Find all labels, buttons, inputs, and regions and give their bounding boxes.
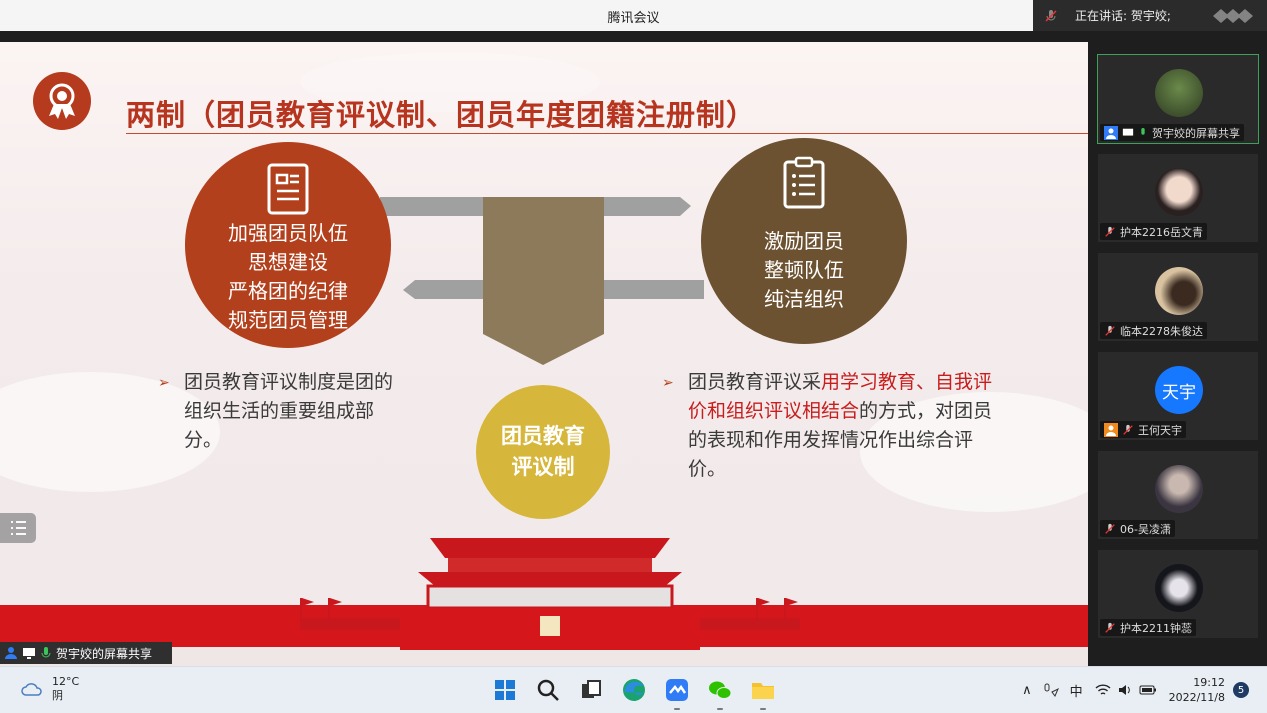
right-circle-line: 激励团员	[764, 231, 844, 253]
bullet-right: ➢ 团员教育评议采用学习教育、自我评价和组织评议相结合的方式，对团员的表现和作用…	[662, 368, 1007, 484]
left-circle-line: 严格团的纪律	[228, 281, 348, 303]
ime-indicator[interactable]: 中	[1070, 681, 1083, 700]
participant-name: 临本2278朱俊达	[1120, 324, 1203, 338]
temperature: 12°C	[52, 675, 80, 688]
bullet-arrow-icon: ➢	[158, 374, 170, 390]
left-circle: 加强团员队伍 思想建设 严格团的纪律 规范团员管理	[185, 142, 391, 348]
windows-start-icon[interactable]	[490, 675, 520, 705]
mic-muted-icon	[1105, 325, 1115, 336]
mic-icon	[41, 647, 51, 658]
clock-time: 19:12	[1193, 676, 1225, 689]
bullet-right-text: 团员教育评议采	[688, 372, 822, 393]
document-icon	[267, 163, 309, 215]
edge-icon[interactable]	[619, 675, 649, 705]
clock[interactable]: 19:12 2022/11/8	[1169, 675, 1225, 705]
volume-icon[interactable]	[1117, 683, 1133, 697]
participant-name: 06-吴凌潇	[1120, 522, 1171, 536]
avatar: 天宇	[1155, 366, 1203, 414]
avatar	[1155, 168, 1203, 216]
user-icon	[1104, 125, 1118, 140]
shared-slide: 两制（团员教育评议制、团员年度团籍注册制） 加强团员队伍 思想建设 严格团的纪律…	[0, 42, 1088, 666]
participant-name: 王何天宇	[1138, 423, 1182, 437]
participant-name: 护本2216岳文青	[1120, 225, 1203, 239]
participant-label: 护本2216岳文青	[1100, 223, 1207, 240]
tiananmen-gate-illustration	[300, 538, 800, 650]
checklist-icon	[783, 156, 825, 209]
avatar	[1155, 564, 1203, 612]
list-icon	[11, 521, 26, 535]
list-toggle-button[interactable]	[0, 513, 36, 543]
weather-widget[interactable]: 12°C 阴	[20, 675, 79, 703]
weather-condition: 阴	[52, 689, 63, 702]
bullet-arrow-icon: ➢	[662, 374, 674, 390]
clock-date: 2022/11/8	[1168, 691, 1225, 704]
participant-label: 王何天宇	[1100, 421, 1186, 438]
participant-tile[interactable]: 贺宇姣的屏幕共享	[1097, 54, 1259, 144]
notification-badge[interactable]: 5	[1233, 682, 1249, 698]
avatar	[1155, 465, 1203, 513]
participant-sidebar: 贺宇姣的屏幕共享 护本2216岳文青 临本2278朱俊达 天宇 王何天宇 06-…	[1088, 31, 1267, 666]
participant-label: 临本2278朱俊达	[1100, 322, 1207, 339]
tencent-meeting-logo-icon	[1213, 9, 1253, 23]
mic-muted-icon	[1105, 226, 1115, 237]
participant-name: 贺宇姣的屏幕共享	[1152, 126, 1240, 140]
mic-icon	[1141, 127, 1145, 135]
participant-name: 护本2211钟蕊	[1120, 621, 1192, 635]
right-circle-line: 整顿队伍	[764, 260, 844, 282]
mic-muted-icon	[1105, 622, 1115, 633]
participant-tile[interactable]: 临本2278朱俊达	[1098, 253, 1258, 341]
participant-label: 06-吴凌潇	[1100, 520, 1175, 537]
center-circle-line: 团员教育	[501, 425, 585, 448]
taskview-icon[interactable]	[576, 675, 606, 705]
avatar	[1155, 69, 1203, 117]
bullet-left-text: 团员教育评议制度是团的组织生活的重要组成部分。	[184, 372, 394, 451]
windows-taskbar: 12°C 阴 ∧ 中 19:12 2022/11/8 5	[0, 666, 1267, 713]
mic-location-icon[interactable]	[1042, 682, 1060, 698]
center-circle: 团员教育 评议制	[476, 385, 610, 519]
center-circle-line: 评议制	[511, 456, 575, 479]
speaking-text: 正在讲话: 贺宇姣;	[1075, 9, 1171, 23]
left-circle-line: 加强团员队伍	[228, 223, 348, 245]
mic-muted-icon	[1105, 523, 1115, 534]
participant-tile[interactable]: 护本2216岳文青	[1098, 154, 1258, 242]
search-icon[interactable]	[533, 675, 563, 705]
system-tray: ∧ 中 19:12 2022/11/8 5	[1022, 675, 1249, 705]
right-circle-line: 纯洁组织	[764, 289, 844, 311]
wifi-icon[interactable]	[1095, 683, 1111, 697]
chevron-up-icon[interactable]: ∧	[1022, 683, 1032, 698]
left-circle-line: 思想建设	[248, 252, 328, 274]
participant-tile[interactable]: 06-吴凌潇	[1098, 451, 1258, 539]
user-icon	[5, 647, 17, 659]
participant-tile[interactable]: 护本2211钟蕊	[1098, 550, 1258, 638]
wechat-icon[interactable]	[705, 675, 735, 710]
participant-tile[interactable]: 天宇 王何天宇	[1098, 352, 1258, 440]
participant-label: 贺宇姣的屏幕共享	[1100, 124, 1244, 141]
screen-share-icon	[23, 648, 35, 659]
screen-share-icon	[1122, 128, 1134, 136]
battery-icon[interactable]	[1139, 684, 1157, 696]
bullet-left: ➢ 团员教育评议制度是团的组织生活的重要组成部分。	[158, 368, 398, 455]
participant-label: 护本2211钟蕊	[1100, 619, 1196, 636]
avatar	[1155, 267, 1203, 315]
mic-muted-icon	[1123, 424, 1133, 435]
speaking-indicator: 正在讲话: 贺宇姣;	[1033, 0, 1267, 31]
taskbar-apps	[490, 675, 791, 710]
tencent-meeting-icon[interactable]	[662, 675, 692, 710]
share-label: 贺宇姣的屏幕共享	[56, 646, 153, 661]
cloud-icon	[21, 683, 42, 696]
left-circle-line: 规范团员管理	[228, 310, 348, 332]
screen-share-indicator: 贺宇姣的屏幕共享	[0, 642, 172, 664]
right-circle: 激励团员 整顿队伍 纯洁组织	[701, 138, 907, 344]
mic-muted-icon	[1045, 9, 1057, 22]
file-explorer-icon[interactable]	[748, 675, 778, 710]
host-user-icon	[1104, 422, 1118, 437]
